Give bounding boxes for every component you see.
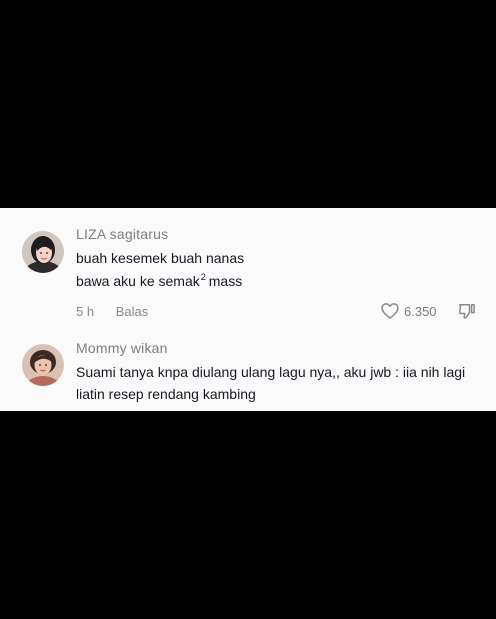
thumbs-down-outline-icon[interactable] <box>457 301 477 321</box>
comment-text-line: buah kesemek buah nanas <box>76 250 245 266</box>
comment-text-line: liatin resep rendang kambing <box>76 386 256 402</box>
like-count: 6.350 <box>404 303 437 319</box>
like-button[interactable]: 6.350 <box>380 300 437 322</box>
comment-username[interactable]: LIZA sagitarus <box>76 226 168 242</box>
comments-panel: LIZA sagitarus buah kesemek buah nanas b… <box>0 208 496 411</box>
screenshot-frame: LIZA sagitarus buah kesemek buah nanas b… <box>0 0 496 619</box>
reply-button[interactable]: Balas <box>116 304 149 319</box>
comment-meta: 5 h Balas <box>76 304 148 319</box>
user-avatar-image <box>22 344 64 386</box>
comment-text-segment: mass <box>208 273 243 289</box>
comment-text-line: bawa aku ke semak2 mass <box>76 272 242 289</box>
comment-text-segment: bawa aku ke semak <box>76 273 200 289</box>
user-avatar-image <box>22 231 64 273</box>
avatar[interactable] <box>22 344 64 386</box>
comment-username[interactable]: Mommy wikan <box>76 340 168 356</box>
superscript-text: 2 <box>200 272 206 282</box>
comment-text-line: Suami tanya knpa diulang ulang lagu nya,… <box>76 364 466 380</box>
comment-timestamp: 5 h <box>76 304 95 319</box>
avatar[interactable] <box>22 231 64 273</box>
heart-outline-icon <box>381 303 399 319</box>
